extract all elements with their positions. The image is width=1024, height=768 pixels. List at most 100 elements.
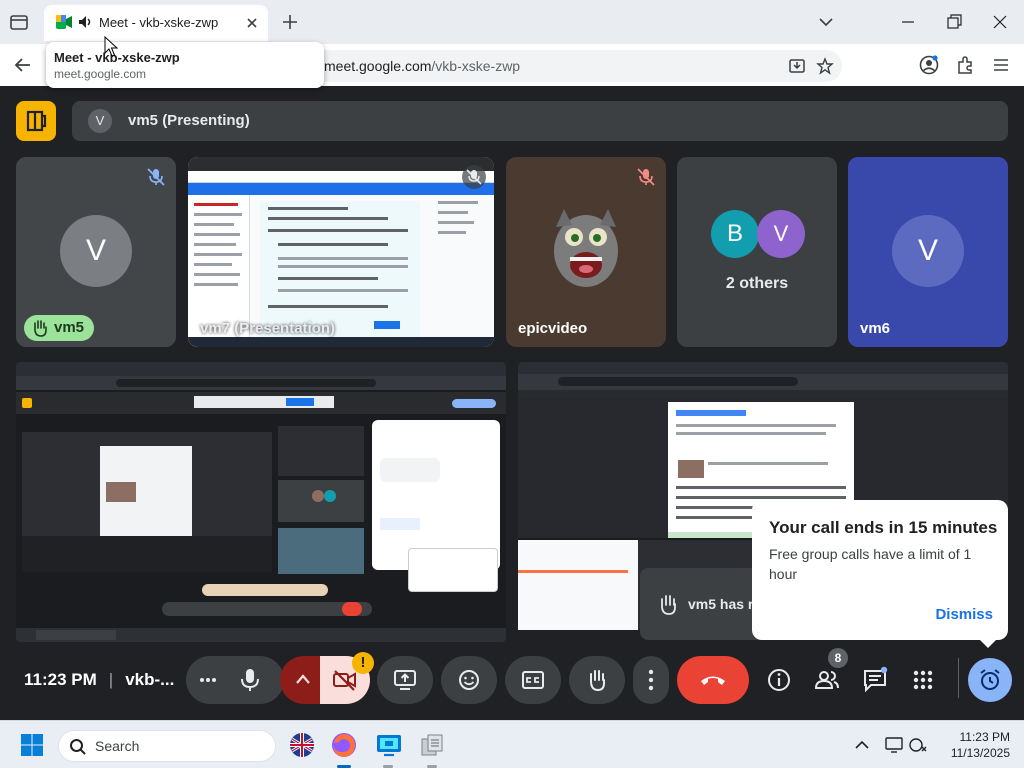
captions-icon bbox=[522, 671, 544, 689]
present-now-button[interactable] bbox=[377, 656, 433, 704]
presentation-icon[interactable] bbox=[16, 101, 56, 141]
participant-avatar: V bbox=[892, 215, 964, 287]
dismiss-button[interactable]: Dismiss bbox=[935, 606, 993, 623]
participant-name: vm6 bbox=[860, 320, 891, 337]
toast-pointer bbox=[978, 638, 998, 648]
mic-off-icon bbox=[462, 165, 486, 189]
extensions-icon[interactable] bbox=[954, 54, 976, 76]
call-limit-toast: Your call ends in 15 minutes Free group … bbox=[752, 500, 1008, 640]
windows-start-icon[interactable] bbox=[20, 733, 44, 757]
address-bar[interactable]: meet.google.com/vkb-xske-zwp bbox=[300, 50, 842, 82]
system-date: 11/13/2025 bbox=[950, 746, 1010, 760]
tab-title: Meet - vkb-xske-zwp bbox=[99, 15, 219, 30]
participant-avatar: V bbox=[757, 210, 805, 258]
participant-name: vm5 bbox=[54, 319, 85, 336]
bookmark-star-icon[interactable] bbox=[816, 57, 834, 75]
more-vert-icon bbox=[648, 669, 654, 691]
shared-screen-content bbox=[16, 362, 506, 642]
meeting-info-text: 11:23 PM | vkb-... bbox=[24, 670, 174, 690]
microphone-icon[interactable] bbox=[238, 667, 262, 693]
search-icon bbox=[70, 739, 86, 755]
restore-icon[interactable] bbox=[944, 12, 964, 32]
presentation-tile-vm5[interactable] bbox=[16, 362, 506, 642]
captions-button[interactable] bbox=[505, 656, 561, 704]
search-label: Search bbox=[95, 738, 140, 754]
raised-hand-badge: vm5 bbox=[24, 315, 95, 341]
system-clock[interactable]: 11:23 PM 11/13/2025 bbox=[936, 729, 1010, 761]
browser-tab-meet[interactable]: Meet - vkb-xske-zwp bbox=[44, 5, 268, 41]
raise-hand-button[interactable] bbox=[569, 656, 625, 704]
display-icon[interactable] bbox=[884, 735, 904, 755]
meeting-time: 11:23 PM bbox=[24, 670, 97, 689]
chevron-up-icon[interactable] bbox=[294, 672, 312, 686]
profile-icon[interactable] bbox=[918, 54, 940, 76]
mouse-cursor-icon bbox=[104, 36, 118, 57]
participant-name: epicvideo bbox=[518, 320, 588, 337]
firefox-icon[interactable] bbox=[330, 731, 358, 759]
server-manager-icon[interactable] bbox=[418, 731, 446, 759]
shared-screen-content bbox=[188, 157, 494, 347]
leave-call-button[interactable] bbox=[677, 656, 749, 704]
minimize-icon[interactable] bbox=[898, 12, 918, 32]
people-icon[interactable] bbox=[813, 666, 841, 694]
hand-toast-text: vm5 has r bbox=[688, 596, 754, 612]
mic-off-icon bbox=[637, 168, 655, 186]
close-tab-icon[interactable] bbox=[244, 15, 260, 31]
flag-app-icon[interactable] bbox=[288, 731, 316, 759]
more-options-button[interactable] bbox=[633, 656, 669, 704]
present-screen-icon bbox=[26, 110, 47, 132]
new-tab-icon[interactable] bbox=[280, 12, 300, 32]
back-arrow-icon[interactable] bbox=[12, 54, 34, 76]
meeting-details-icon[interactable] bbox=[765, 666, 793, 694]
camera-off-icon bbox=[333, 670, 356, 691]
people-count-badge: 8 bbox=[828, 648, 848, 668]
url-host: meet.google.com bbox=[324, 58, 432, 74]
tab-hover-card: Meet - vkb-xske-zwp meet.google.com bbox=[46, 42, 324, 88]
close-window-icon[interactable] bbox=[990, 12, 1010, 32]
windows-taskbar: Search 11:23 PM 11/13/2025 bbox=[0, 720, 1024, 768]
participant-tile-vm7[interactable]: vm7 (Presentation) bbox=[188, 157, 494, 347]
raise-hand-icon bbox=[590, 670, 605, 692]
raised-hand-icon bbox=[661, 595, 676, 615]
participant-tile-vm5[interactable]: V vm5 bbox=[16, 157, 176, 347]
participant-avatar: B bbox=[711, 210, 759, 258]
warning-badge-icon: ! bbox=[352, 652, 374, 674]
system-time: 11:23 PM bbox=[959, 730, 1010, 744]
reactions-button[interactable] bbox=[441, 656, 497, 704]
presenting-bar[interactable]: V vm5 (Presenting) bbox=[72, 101, 1008, 141]
hang-up-icon bbox=[701, 676, 725, 685]
participant-tile-vm6[interactable]: V vm6 bbox=[848, 157, 1008, 347]
participant-tile-others[interactable]: B V 2 others bbox=[677, 157, 837, 347]
meeting-code: vkb-... bbox=[125, 670, 175, 689]
more-audio-options-icon[interactable] bbox=[198, 672, 218, 688]
chevron-up-icon[interactable] bbox=[852, 735, 872, 755]
toast-heading: Your call ends in 15 minutes bbox=[769, 518, 998, 537]
meet-call-area: V vm5 (Presenting) V vm5 vm7 (Presentati… bbox=[0, 86, 1024, 720]
present-now-icon bbox=[394, 670, 416, 690]
menu-icon[interactable] bbox=[990, 54, 1012, 76]
separator: | bbox=[108, 670, 114, 689]
tab-list-icon[interactable] bbox=[8, 11, 32, 33]
taskbar-search-box[interactable]: Search bbox=[58, 730, 276, 762]
divider bbox=[958, 658, 959, 698]
presenter-avatar: V bbox=[88, 109, 112, 133]
chevron-down-icon[interactable] bbox=[816, 12, 836, 32]
presenting-label: vm5 (Presenting) bbox=[128, 112, 250, 129]
raised-hand-icon bbox=[34, 320, 47, 337]
mic-off-icon bbox=[147, 168, 165, 186]
participant-tile-epicvideo[interactable]: epicvideo bbox=[506, 157, 666, 347]
participant-name: vm7 (Presentation) bbox=[200, 320, 336, 337]
install-app-icon[interactable] bbox=[788, 57, 806, 75]
remote-desktop-icon[interactable] bbox=[375, 731, 403, 759]
hover-card-host: meet.google.com bbox=[54, 67, 147, 81]
audio-controls bbox=[186, 656, 284, 704]
network-icon[interactable] bbox=[908, 735, 928, 755]
chat-icon[interactable] bbox=[861, 666, 889, 694]
toast-body: Free group calls have a limit of 1 hour bbox=[769, 546, 972, 582]
others-label: 2 others bbox=[725, 275, 789, 292]
emoji-icon bbox=[459, 670, 479, 690]
timer-button[interactable] bbox=[968, 658, 1012, 702]
speaker-icon[interactable] bbox=[78, 15, 94, 29]
activities-grid-icon[interactable] bbox=[909, 666, 937, 694]
participant-avatar: V bbox=[60, 215, 132, 287]
